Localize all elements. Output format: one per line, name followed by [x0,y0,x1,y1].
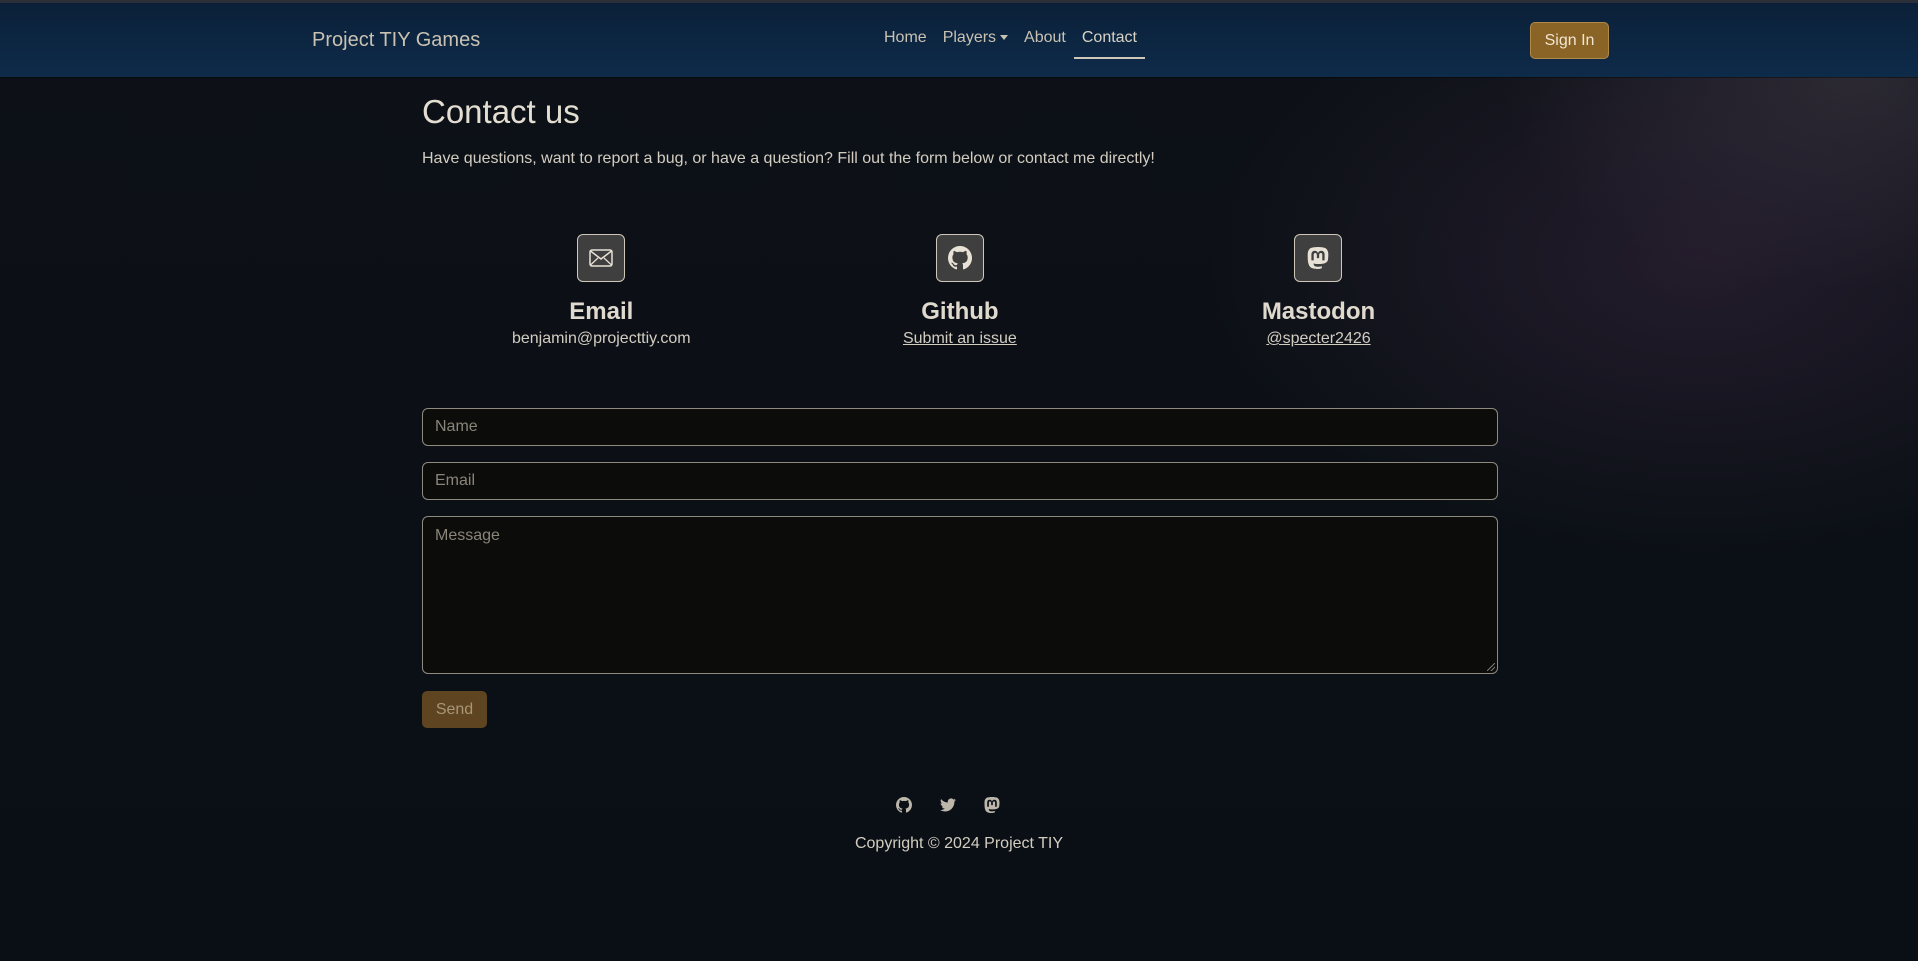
nav-home[interactable]: Home [884,29,927,59]
nav-contact[interactable]: Contact [1073,29,1146,59]
contact-card-mastodon: Mastodon @specter2426 [1139,234,1498,348]
brand-link[interactable]: Project TIY Games [312,29,480,52]
mastodon-icon [1294,234,1343,282]
navbar: Project TIY Games Home Players About Con… [0,3,1918,77]
copyright-text: Copyright © 2024 Project TIY [854,835,1064,852]
sign-in-button[interactable]: Sign In [1530,22,1609,59]
card-title-email: Email [569,298,634,325]
contact-card-github: Github Submit an issue [781,234,1140,348]
twitter-icon[interactable] [939,796,957,814]
mastodon-handle-link[interactable]: @specter2426 [1266,330,1370,348]
card-title-github: Github [921,298,999,325]
envelope-icon [577,234,626,282]
send-button[interactable]: Send [422,691,487,728]
email-placeholder: Email [435,472,476,489]
message-placeholder: Message [435,527,500,544]
contact-methods: Email benjamin@projecttiy.com Github Sub… [422,234,1498,348]
footer-social-links [895,796,1001,814]
resize-handle-icon[interactable] [1487,663,1495,671]
page-title: Contact us [422,93,580,130]
message-textarea[interactable]: Message [422,516,1498,674]
name-input[interactable]: Name [422,408,1498,446]
name-placeholder: Name [435,418,478,435]
contact-card-email: Email benjamin@projecttiy.com [422,234,781,348]
intro-text: Have questions, want to report a bug, or… [422,150,1155,167]
submit-issue-link[interactable]: Submit an issue [903,330,1017,348]
github-icon[interactable] [895,796,913,814]
nav-players-label: Players [942,29,997,46]
email-address: benjamin@projecttiy.com [511,330,691,347]
caret-down-icon [1000,35,1009,41]
github-icon [935,234,984,282]
nav-players-dropdown[interactable]: Players [942,29,1009,59]
email-input[interactable]: Email [422,462,1498,500]
nav-about[interactable]: About [1024,29,1066,59]
card-title-mastodon: Mastodon [1261,298,1376,325]
mastodon-icon[interactable] [983,796,1001,814]
main-nav: Home Players About Contact [876,29,1146,59]
